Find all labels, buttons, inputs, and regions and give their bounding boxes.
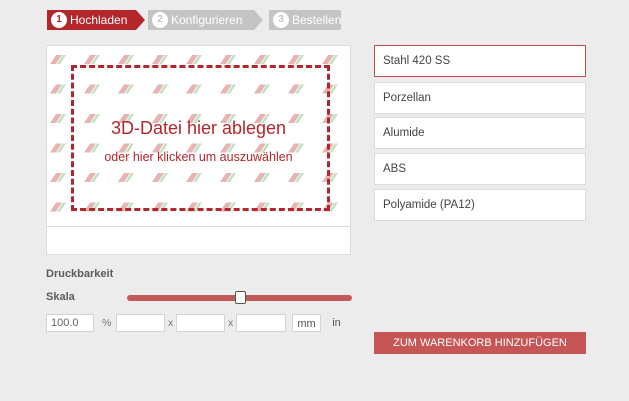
step-order[interactable]: 3 Bestellen [269, 10, 341, 30]
material-option-stahl[interactable]: Stahl 420 SS [374, 45, 586, 77]
step-label: Bestellen [292, 13, 342, 27]
dropzone-subtitle: oder hier klicken um auszuwählen [104, 150, 293, 164]
material-option-alumide[interactable]: Alumide [374, 117, 586, 149]
step-label: Hochladen [70, 13, 128, 27]
dimension-separator: x [168, 317, 174, 329]
printability-label: Druckbarkeit [46, 268, 114, 280]
scale-slider[interactable] [127, 291, 352, 304]
step-number: 1 [51, 12, 67, 28]
add-to-cart-button[interactable]: ZUM WARENKORB HINZUFÜGEN [374, 332, 586, 354]
scale-percent-input[interactable] [46, 314, 94, 332]
material-option-polyamide[interactable]: Polyamide (PA12) [374, 189, 586, 221]
step-upload[interactable]: 1 Hochladen [47, 10, 145, 30]
step-number: 2 [152, 12, 168, 28]
dimension-y-input[interactable] [176, 314, 225, 332]
step-number: 3 [273, 12, 289, 28]
unit-mm-toggle[interactable]: mm [292, 314, 321, 332]
slider-thumb[interactable] [234, 291, 246, 304]
upload-dropzone[interactable]: 3D-Datei hier ablegen oder hier klicken … [46, 45, 351, 227]
material-option-abs[interactable]: ABS [374, 153, 586, 185]
step-configure[interactable]: 2 Konfigurieren [148, 10, 263, 30]
dropzone-title: 3D-Datei hier ablegen [110, 118, 287, 138]
scale-label: Skala [46, 291, 75, 303]
material-option-porzellan[interactable]: Porzellan [374, 82, 586, 114]
step-label: Konfigurieren [171, 13, 243, 27]
dimension-z-input[interactable] [236, 314, 286, 332]
file-info-bar [46, 226, 351, 255]
dimension-separator: x [228, 317, 234, 329]
percent-symbol: % [102, 317, 112, 329]
unit-in-toggle[interactable]: in [323, 314, 350, 332]
dimension-x-input[interactable] [116, 314, 165, 332]
